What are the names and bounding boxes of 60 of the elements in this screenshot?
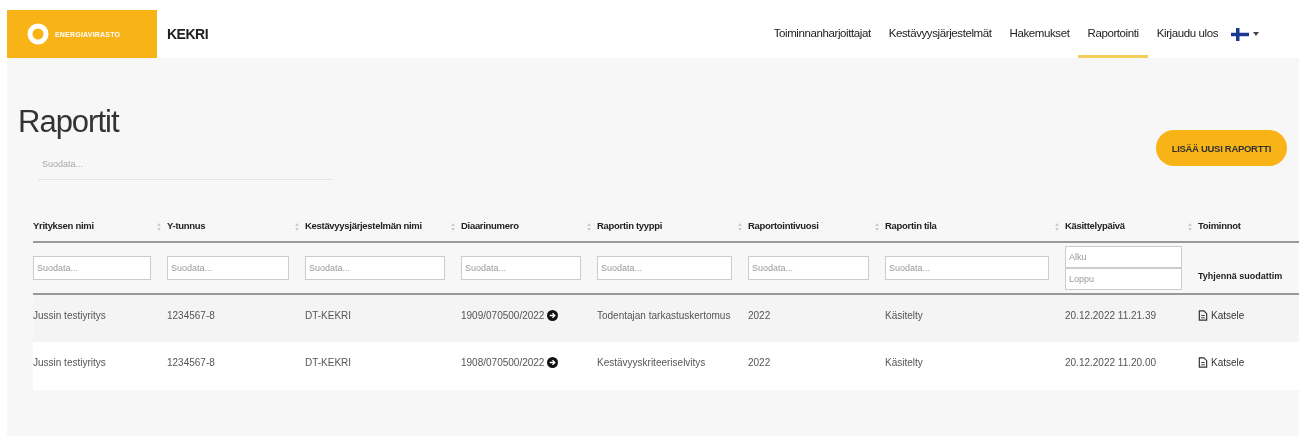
column-header[interactable]: Toiminnot xyxy=(1198,220,1241,231)
table-cell: Käsitelty xyxy=(885,310,923,321)
sort-icon[interactable] xyxy=(587,223,591,231)
diary-number: 1908/070500/2022 xyxy=(461,356,545,370)
document-icon xyxy=(1198,310,1208,321)
sort-icon[interactable] xyxy=(738,223,742,231)
flag-icon[interactable] xyxy=(1231,27,1249,41)
table-cell: 1234567-8 xyxy=(167,357,215,368)
column-header[interactable]: Y-tunnus xyxy=(167,220,206,231)
document-icon xyxy=(1198,357,1208,368)
view-link[interactable]: Katsele xyxy=(1198,354,1245,371)
sort-icon[interactable] xyxy=(451,223,455,231)
table-cell: 20.12.2022 11.21.39 xyxy=(1065,310,1156,321)
sort-icon[interactable] xyxy=(875,223,879,231)
column-header[interactable]: Raportointivuosi xyxy=(748,220,819,231)
column-header[interactable]: Raportin tyyppi xyxy=(597,220,663,231)
table-cell: Jussin testiyritys xyxy=(33,357,106,368)
caret-icon[interactable] xyxy=(1253,32,1259,36)
table-cell: DT-KEKRI xyxy=(305,310,352,321)
search-field[interactable]: Suodata... xyxy=(38,148,333,180)
arrow-circle-icon[interactable] xyxy=(547,310,559,321)
table-cell: DT-KEKRI xyxy=(305,357,352,368)
clear-filters-link[interactable]: Tyhjennä suodattim xyxy=(1198,271,1283,281)
column-header[interactable]: Yrityksen nimi xyxy=(33,220,94,231)
view-link[interactable]: Katsele xyxy=(1198,307,1245,324)
nav-link[interactable]: Kirjaudu ulos xyxy=(1147,10,1227,58)
nav-link[interactable]: Kestävyysjärjestelmät xyxy=(879,10,1001,58)
column-header[interactable]: Käsittelypäivä xyxy=(1065,220,1125,231)
sort-icon[interactable] xyxy=(157,223,161,231)
column-header[interactable]: Diaarinumero xyxy=(461,220,519,231)
table-cell: 2022 xyxy=(748,310,771,321)
filter-field[interactable]: Suodata... xyxy=(885,256,1049,280)
app-name: KEKRI xyxy=(167,26,209,42)
add-report-button[interactable]: LISÄÄ UUSI RAPORTTI xyxy=(1155,130,1287,166)
filter-field[interactable]: Suodata... xyxy=(597,256,732,280)
filter-field[interactable]: Suodata... xyxy=(167,256,289,280)
ring-icon xyxy=(27,23,49,45)
column-header[interactable]: Kestävyysjärjestelmän nimi xyxy=(305,220,422,231)
start-date-field[interactable]: Alku xyxy=(1065,246,1182,268)
table-cell: Kestävyyskriteeriselvitys xyxy=(597,357,706,368)
filter-field[interactable]: Suodata... xyxy=(461,256,581,280)
table-cell: Todentajan tarkastuskertomus xyxy=(597,310,731,321)
table-cell: 2022 xyxy=(748,357,771,368)
end-date-field[interactable]: Loppu xyxy=(1065,268,1182,290)
filter-field[interactable]: Suodata... xyxy=(305,256,445,280)
nav-link[interactable]: Hakemukset xyxy=(1000,10,1079,58)
table-cell: 1234567-8 xyxy=(167,310,215,321)
sort-icon[interactable] xyxy=(1188,223,1192,231)
table-cell: Käsitelty xyxy=(885,357,923,368)
nav-link[interactable]: Toiminnanharjoittajat xyxy=(764,10,880,58)
page-title: Raportit xyxy=(18,104,121,140)
table-cell: Jussin testiyritys xyxy=(33,310,106,321)
arrow-circle-icon[interactable] xyxy=(547,357,559,368)
diary-number: 1909/070500/2022 xyxy=(461,309,545,323)
filter-field[interactable]: Suodata... xyxy=(33,256,151,280)
sort-icon[interactable] xyxy=(295,223,299,231)
table-cell: 20.12.2022 11.20.00 xyxy=(1065,357,1156,368)
column-header[interactable]: Raportin tila xyxy=(885,220,937,231)
filter-field[interactable]: Suodata... xyxy=(748,256,869,280)
sort-icon[interactable] xyxy=(1055,223,1059,231)
